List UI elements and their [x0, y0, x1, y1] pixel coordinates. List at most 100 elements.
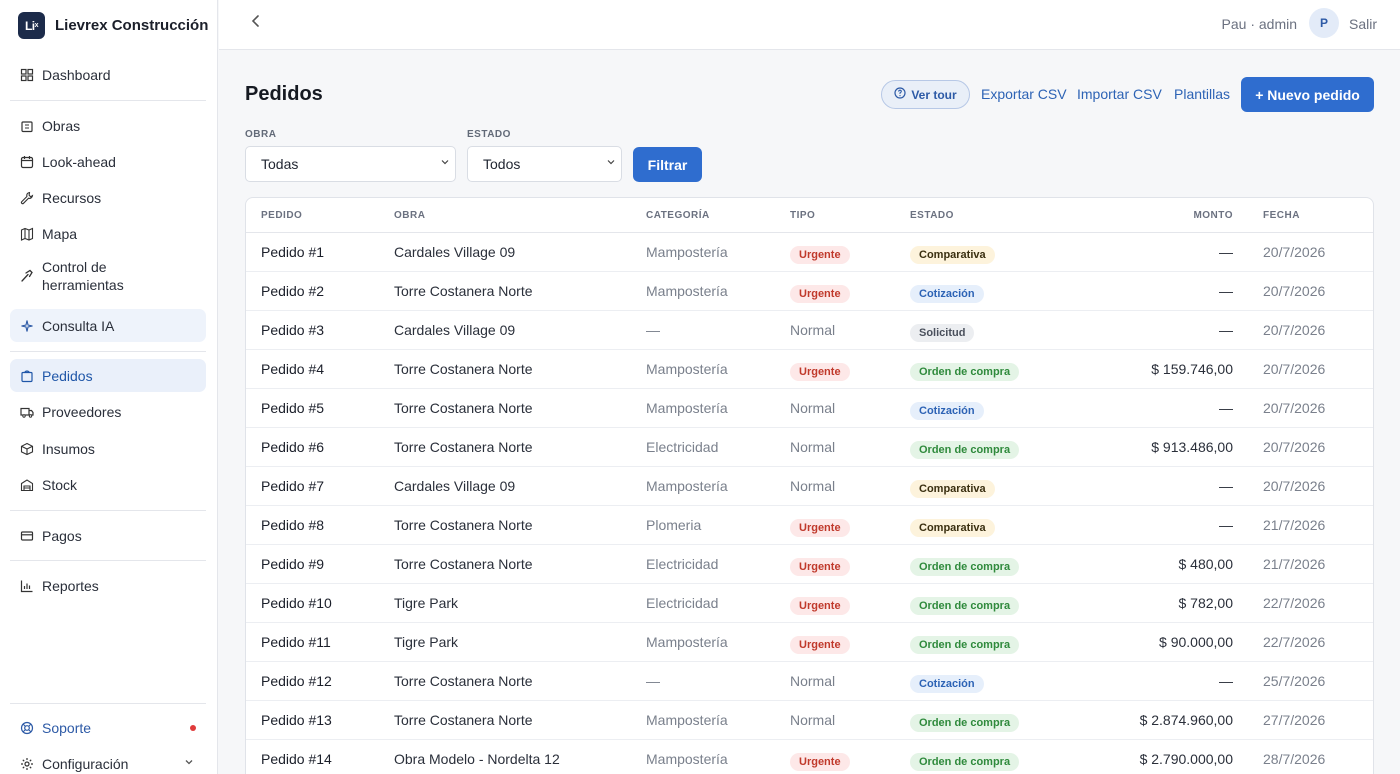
table-row[interactable]: Pedido #12 Torre Costanera Norte — Normal Co… [246, 662, 1373, 701]
wrench-icon [20, 191, 34, 205]
col-fecha[interactable]: FECHA [1263, 210, 1300, 221]
monto-cell: — [1219, 673, 1233, 689]
tipo-badge: Urgente [790, 753, 850, 771]
table-row[interactable]: Pedido #2 Torre Costanera Norte Mamposterí… [246, 272, 1373, 311]
topbar: Pau · admin P Salir [219, 0, 1400, 50]
sidebar-item-pedidos[interactable]: Pedidos [10, 359, 206, 392]
estado-select[interactable]: Todos [467, 146, 622, 182]
map-icon [20, 227, 34, 241]
categoria-cell: Electricidad [646, 439, 719, 455]
sidebar-item-look-ahead[interactable]: Look-ahead [10, 145, 206, 178]
sidebar-item-insumos[interactable]: Insumos [10, 432, 206, 465]
col-obra[interactable]: OBRA [394, 210, 425, 221]
table-row[interactable]: Pedido #14 Obra Modelo - Nordelta 12 Mampo… [246, 740, 1373, 774]
sidebar-item-soporte[interactable]: Soporte [10, 711, 206, 744]
sidebar-item-label: Configuración [42, 755, 129, 772]
table-row[interactable]: Pedido #13 Torre Costanera Norte Mamposter… [246, 701, 1373, 740]
fecha-cell: 21/7/2026 [1263, 517, 1326, 533]
table-row[interactable]: Pedido #7 Cardales Village 09 Mampostería N… [246, 467, 1373, 506]
estado-cell: Orden de compra [910, 439, 1020, 459]
tipo-cell: Normal [790, 712, 836, 728]
col-estado[interactable]: ESTADO [910, 210, 954, 221]
brand[interactable]: Li x Lievrex Construcción [18, 12, 208, 39]
new-order-button[interactable]: + Nuevo pedido [1241, 77, 1374, 112]
table-header: PEDIDO OBRA CATEGORÍA TIPO ESTADO MONTO … [246, 198, 1373, 233]
obra-select-value: Todas [261, 156, 299, 172]
export-csv-link[interactable]: Exportar CSV [981, 86, 1067, 102]
pedido-cell: Pedido #13 [261, 712, 332, 728]
sidebar-item-stock[interactable]: Stock [10, 468, 206, 501]
estado-cell: Orden de compra [910, 751, 1020, 771]
card-icon [20, 529, 34, 543]
sidebar-item-consulta-ia[interactable]: Consulta IA [10, 309, 206, 342]
obra-select[interactable]: Todas [245, 146, 456, 182]
calendar-icon [20, 155, 34, 169]
estado-cell: Orden de compra [910, 634, 1020, 654]
table-row[interactable]: Pedido #4 Torre Costanera Norte Mamposterí… [246, 350, 1373, 389]
tour-button[interactable]: Ver tour [881, 80, 970, 109]
import-csv-link[interactable]: Importar CSV [1077, 86, 1162, 102]
table-row[interactable]: Pedido #3 Cardales Village 09 — Normal Solic… [246, 311, 1373, 350]
estado-cell: Cotización [910, 283, 984, 303]
estado-select-value: Todos [483, 156, 521, 172]
monto-cell: — [1219, 322, 1233, 338]
estado-cell: Comparativa [910, 517, 995, 537]
logout-link[interactable]: Salir [1349, 16, 1377, 32]
help-circle-icon [894, 87, 906, 102]
monto-cell: — [1219, 283, 1233, 299]
estado-badge: Orden de compra [910, 714, 1020, 732]
pedido-cell: Pedido #9 [261, 556, 325, 572]
table-row[interactable]: Pedido #5 Torre Costanera Norte Mamposterí… [246, 389, 1373, 428]
obra-cell: Torre Costanera Norte [394, 673, 533, 689]
sidebar-item-pagos[interactable]: Pagos [10, 519, 206, 552]
col-tipo[interactable]: TIPO [790, 210, 815, 221]
back-chevron-icon[interactable] [249, 14, 263, 33]
sidebar-item-proveedores[interactable]: Proveedores [10, 395, 206, 428]
sidebar-item-label: Consulta IA [42, 317, 115, 334]
sidebar-item-dashboard[interactable]: Dashboard [10, 58, 206, 91]
obra-cell: Cardales Village 09 [394, 244, 516, 260]
pedido-cell: Pedido #4 [261, 361, 325, 377]
table-row[interactable]: Pedido #10 Tigre Park Electricidad Urgente O… [246, 584, 1373, 623]
fecha-cell: 20/7/2026 [1263, 439, 1326, 455]
tipo-badge: Urgente [790, 246, 850, 264]
chevron-down-icon [441, 160, 449, 165]
table-row[interactable]: Pedido #6 Torre Costanera Norte Electricid… [246, 428, 1373, 467]
fecha-cell: 20/7/2026 [1263, 478, 1326, 494]
table-row[interactable]: Pedido #9 Torre Costanera Norte Electricid… [246, 545, 1373, 584]
col-pedido[interactable]: PEDIDO [261, 210, 302, 221]
chevron-down-icon [184, 757, 194, 770]
sidebar-item-reportes[interactable]: Reportes [10, 569, 206, 602]
col-categoria[interactable]: CATEGORÍA [646, 210, 710, 221]
app-logo: Li x [18, 12, 45, 39]
col-monto[interactable]: MONTO [1193, 210, 1233, 221]
estado-badge: Orden de compra [910, 636, 1020, 654]
avatar[interactable]: P [1309, 8, 1339, 38]
fecha-cell: 22/7/2026 [1263, 595, 1326, 611]
sidebar-item-label: Dashboard [42, 66, 111, 83]
fecha-cell: 21/7/2026 [1263, 556, 1326, 572]
sidebar-item-mapa[interactable]: Mapa [10, 217, 206, 250]
obra-filter-label: OBRA [245, 129, 277, 140]
pedido-cell: Pedido #6 [261, 439, 325, 455]
fecha-cell: 27/7/2026 [1263, 712, 1326, 728]
table-row[interactable]: Pedido #11 Tigre Park Mampostería Urgente Or… [246, 623, 1373, 662]
sidebar-item-recursos[interactable]: Recursos [10, 181, 206, 214]
templates-link[interactable]: Plantillas [1174, 86, 1230, 102]
sidebar-item-label: Pagos [42, 527, 82, 544]
monto-cell: $ 913.486,00 [1151, 439, 1233, 455]
cart-icon [20, 369, 34, 383]
estado-badge: Orden de compra [910, 753, 1020, 771]
categoria-cell: Mampostería [646, 478, 728, 494]
table-row[interactable]: Pedido #1 Cardales Village 09 Mampostería U… [246, 233, 1373, 272]
estado-badge: Orden de compra [910, 441, 1020, 459]
filter-button[interactable]: Filtrar [633, 147, 702, 182]
table-row[interactable]: Pedido #8 Torre Costanera Norte Plomeria Ur… [246, 506, 1373, 545]
sidebar-item-control-de-herramientas[interactable]: Control de herramientas [10, 256, 206, 296]
categoria-cell: Electricidad [646, 556, 719, 572]
sidebar-item-obras[interactable]: Obras [10, 109, 206, 142]
categoria-cell: Mampostería [646, 751, 728, 767]
pedido-cell: Pedido #2 [261, 283, 325, 299]
estado-badge: Cotización [910, 285, 984, 303]
sidebar-item-configuracion[interactable]: Configuración [10, 747, 206, 774]
